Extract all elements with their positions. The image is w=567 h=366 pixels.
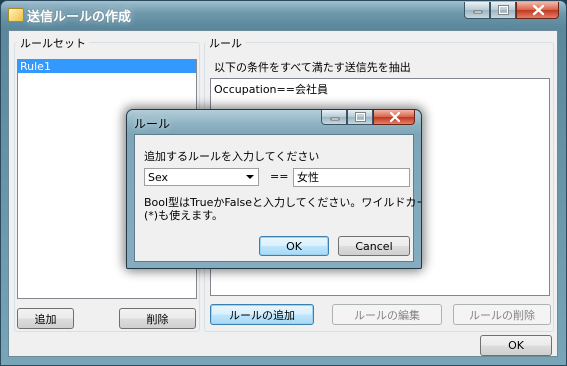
dialog-ok-button[interactable]: OK: [259, 236, 329, 256]
minimize-icon: [330, 117, 340, 121]
rule-description: 以下の条件をすべて満たす送信先を抽出: [214, 61, 411, 74]
add-rule-button[interactable]: ルールの追加: [210, 304, 314, 325]
chevron-down-icon: [246, 175, 254, 179]
operator-label: ==: [270, 170, 289, 183]
dialog-minimize-button[interactable]: [321, 110, 347, 125]
dialog-maximize-button[interactable]: [347, 110, 373, 125]
ruleset-list-item[interactable]: Rule1: [18, 60, 196, 73]
app-icon: [8, 8, 24, 22]
dialog-prompt: 追加するルールを入力してください: [144, 150, 320, 163]
window-title: 送信ルールの作成: [27, 10, 132, 25]
ruleset-group-label: ルールセット: [17, 35, 89, 51]
rule-dialog: ルール 追加するルールを入力してください Sex == 女性 Bool型はTru…: [126, 109, 422, 269]
dialog-cancel-button[interactable]: Cancel: [338, 236, 410, 256]
close-button[interactable]: [516, 2, 559, 19]
edit-rule-button[interactable]: ルールの編集: [332, 304, 442, 325]
field-combobox[interactable]: Sex: [144, 168, 259, 186]
dialog-client-area: 追加するルールを入力してください Sex == 女性 Bool型はTrueかFa…: [134, 134, 421, 262]
dialog-close-button[interactable]: [373, 110, 415, 125]
delete-ruleset-button[interactable]: 削除: [119, 308, 196, 329]
close-icon: [532, 4, 545, 16]
field-combobox-value: Sex: [148, 171, 169, 184]
dialog-title: ルール: [134, 117, 171, 131]
maximize-button[interactable]: [490, 2, 516, 19]
delete-rule-button[interactable]: ルールの削除: [453, 304, 551, 325]
add-ruleset-button[interactable]: 追加: [17, 308, 74, 329]
value-input[interactable]: 女性: [293, 168, 410, 187]
minimize-icon: [473, 10, 483, 14]
maximize-icon: [355, 112, 366, 122]
main-ok-button[interactable]: OK: [480, 335, 552, 356]
maximize-icon: [498, 5, 509, 15]
rule-condition-item[interactable]: Occupation==会社員: [214, 81, 546, 97]
minimize-button[interactable]: [464, 2, 490, 19]
hint-line-1: Bool型はTrueかFalseと入力してください。ワイルドカード: [144, 196, 422, 209]
close-icon: [389, 111, 401, 123]
hint-line-2: (*)も使えます。: [144, 209, 223, 222]
rule-group-label: ルール: [206, 35, 245, 51]
hint-text: Bool型はTrueかFalseと入力してください。ワイルドカード (*)も使え…: [144, 196, 422, 222]
